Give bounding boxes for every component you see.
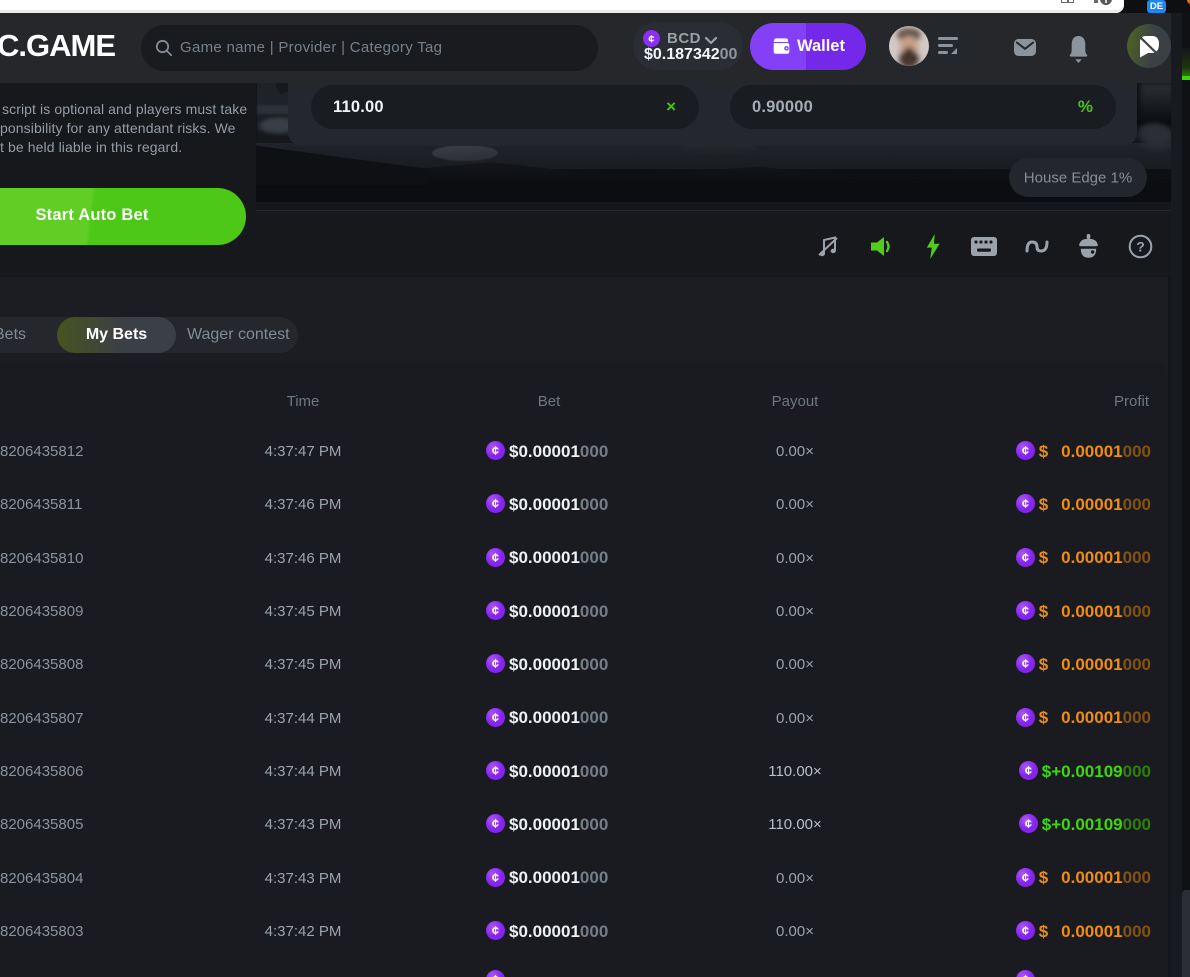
- svg-text:¢: ¢: [1025, 816, 1032, 831]
- svg-text:¢: ¢: [1022, 443, 1029, 458]
- svg-text:¢: ¢: [1022, 870, 1029, 885]
- svg-text:¢: ¢: [492, 496, 499, 511]
- svg-text:¢: ¢: [1022, 972, 1029, 977]
- svg-text:¢: ¢: [492, 972, 499, 977]
- svg-text:¢: ¢: [492, 603, 499, 618]
- svg-text:¢: ¢: [1022, 496, 1029, 511]
- svg-text:¢: ¢: [492, 550, 499, 565]
- svg-text:¢: ¢: [492, 443, 499, 458]
- svg-text:¢: ¢: [648, 33, 654, 45]
- svg-text:¢: ¢: [1022, 710, 1029, 725]
- svg-text:¢: ¢: [1022, 603, 1029, 618]
- svg-text:¢: ¢: [492, 816, 499, 831]
- svg-text:¢: ¢: [492, 870, 499, 885]
- svg-text:¢: ¢: [492, 710, 499, 725]
- svg-text:¢: ¢: [1025, 763, 1032, 778]
- svg-text:¢: ¢: [1022, 656, 1029, 671]
- svg-text:¢: ¢: [492, 923, 499, 938]
- svg-text:¢: ¢: [1022, 923, 1029, 938]
- svg-text:¢: ¢: [492, 656, 499, 671]
- svg-text:¢: ¢: [1022, 550, 1029, 565]
- svg-text:?: ?: [1136, 239, 1145, 255]
- svg-text:¢: ¢: [492, 763, 499, 778]
